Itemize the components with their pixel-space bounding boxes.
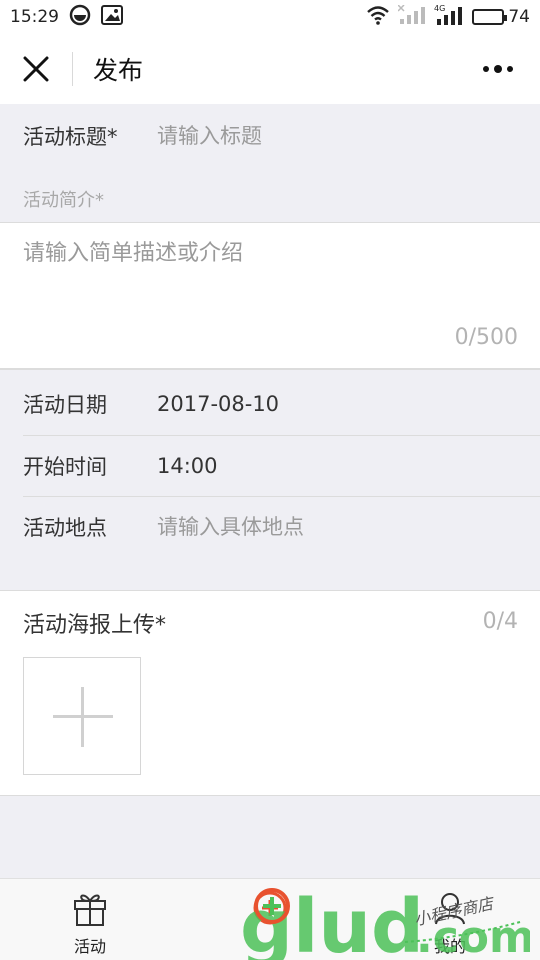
poster-count: 0/4 [482, 609, 518, 634]
more-dots-icon [483, 65, 513, 73]
intro-label: 活动简介* [23, 190, 104, 211]
app-notification-icon [69, 4, 91, 31]
status-bar: 15:29 4G 74 [0, 0, 540, 34]
signal-4g-icon: 4G [434, 4, 464, 31]
upload-image-button[interactable] [23, 657, 141, 775]
close-icon [23, 56, 49, 82]
date-value[interactable]: 2017-08-10 [157, 392, 279, 416]
time-label: 开始时间 [23, 455, 107, 479]
tab-publish[interactable] [180, 879, 360, 960]
image-notification-icon [101, 4, 123, 30]
tab-bar: 活动 我的 [0, 878, 540, 960]
battery-icon [472, 9, 508, 25]
intro-char-count: 0/500 [454, 325, 518, 350]
title-input[interactable] [157, 124, 487, 148]
poster-section: 活动海报上传* 0/4 [0, 590, 540, 796]
nav-divider [72, 52, 73, 86]
title-label: 活动标题* [23, 125, 118, 149]
network-type-label: 4G [434, 4, 445, 13]
place-row: 活动地点 [0, 497, 540, 557]
status-time: 15:29 [10, 7, 59, 27]
date-label: 活动日期 [23, 393, 107, 417]
battery-indicator: 74 [472, 7, 530, 27]
tab-activity-label: 活动 [73, 937, 106, 956]
time-value[interactable]: 14:00 [157, 454, 218, 478]
wifi-icon [366, 5, 390, 30]
time-row[interactable]: 开始时间 14:00 [0, 436, 540, 496]
tab-mine-label: 我的 [433, 937, 466, 956]
place-label: 活动地点 [23, 516, 107, 540]
page-title: 发布 [93, 56, 144, 85]
date-row[interactable]: 活动日期 2017-08-10 [0, 373, 540, 435]
status-left: 15:29 [10, 4, 123, 31]
title-row: 活动标题* [0, 104, 540, 168]
more-options-button[interactable] [478, 54, 518, 84]
poster-label: 活动海报上传* [23, 613, 167, 638]
battery-percent: 74 [508, 7, 530, 27]
navigation-bar: 发布 [0, 34, 540, 104]
status-right: 4G 74 [366, 4, 530, 31]
place-input[interactable] [157, 515, 487, 539]
tab-mine[interactable]: 我的 [360, 879, 540, 960]
tab-activity[interactable]: 活动 [0, 879, 180, 960]
signal-empty-icon [397, 3, 426, 30]
close-button[interactable] [0, 34, 72, 104]
intro-section: 0/500 [0, 222, 540, 370]
intro-textarea[interactable] [23, 235, 518, 315]
user-icon [431, 889, 469, 931]
add-icon [251, 889, 289, 931]
gift-icon [71, 889, 109, 931]
